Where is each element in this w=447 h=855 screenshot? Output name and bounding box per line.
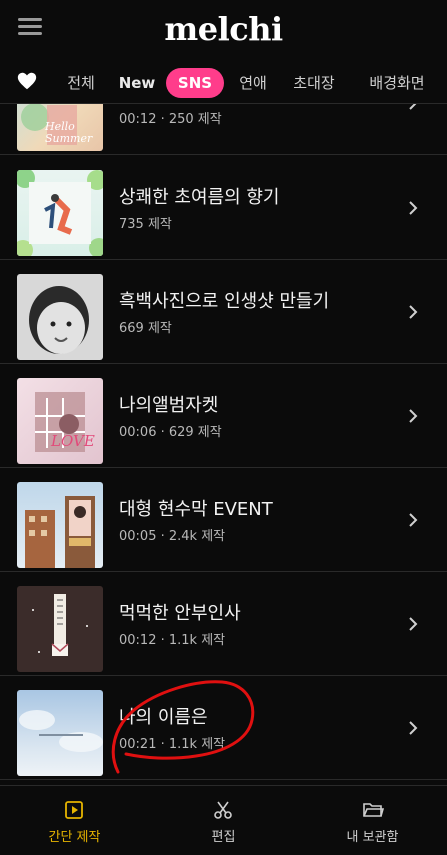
template-meta: 00:12 · 250 제작 [119, 112, 222, 127]
template-meta: 00:06 · 629 제작 [119, 425, 222, 440]
template-thumbnail: Hello Summer [17, 104, 103, 151]
template-thumbnail [17, 482, 103, 568]
template-thumbnail [17, 690, 103, 776]
list-item[interactable]: 대형 현수막 EVENT 00:05 · 2.4k 제작 [0, 467, 447, 572]
nav-label: 내 보관함 [346, 830, 399, 845]
list-item[interactable]: 먹먹한 안부인사 00:12 · 1.1k 제작 [0, 571, 447, 676]
list-item[interactable]: 상쾌한 초여름의 향기 735 제작 [0, 155, 447, 260]
template-list[interactable]: Hello Summer 00:12 · 250 제작 상쾌한 초여름의 향기 … [0, 104, 447, 784]
list-item[interactable]: Hello Summer 00:12 · 250 제작 [0, 104, 447, 155]
tab-sns[interactable]: SNS [166, 68, 224, 98]
tab-new[interactable]: New [114, 68, 160, 98]
category-tabs: 전체 New SNS 연애 초대장 배경화면 [0, 62, 447, 102]
template-meta: 00:05 · 2.4k 제작 [119, 529, 226, 544]
template-thumbnail [17, 170, 103, 256]
nav-label: 편집 [211, 830, 236, 845]
template-title: 나의 이름은 [119, 707, 208, 728]
nav-my-storage[interactable]: 내 보관함 [298, 786, 447, 855]
chevron-right-icon [409, 513, 418, 527]
template-meta: 00:21 · 1.1k 제작 [119, 737, 226, 752]
list-item[interactable]: 나의 이름은 00:21 · 1.1k 제작 [0, 675, 447, 780]
template-meta: 735 제작 [119, 217, 172, 232]
template-meta: 669 제작 [119, 321, 172, 336]
folder-icon [363, 803, 384, 817]
tab-romance[interactable]: 연애 [232, 68, 274, 98]
nav-label: 간단 제작 [48, 830, 101, 845]
tab-wallpaper[interactable]: 배경화면 [360, 68, 434, 98]
thumbnail-text: Hello Summer [45, 120, 93, 145]
template-title: 먹먹한 안부인사 [119, 603, 241, 624]
tab-invitation[interactable]: 초대장 [285, 68, 343, 98]
template-title: 대형 현수막 EVENT [119, 499, 273, 520]
nav-edit[interactable]: 편집 [149, 786, 298, 855]
video-icon [65, 801, 83, 819]
list-item[interactable]: LOVE 나의앨범자켓 00:06 · 629 제작 [0, 363, 447, 468]
chevron-right-icon [409, 617, 418, 631]
nav-quick-create[interactable]: 간단 제작 [0, 786, 149, 855]
scissors-icon [214, 801, 232, 819]
bottom-navigation: 간단 제작 편집 내 보관함 [0, 785, 447, 855]
list-item[interactable]: 흑백사진으로 인생샷 만들기 669 제작 [0, 259, 447, 364]
template-title: 나의앨범자켓 [119, 395, 219, 416]
app-header: melchi [0, 0, 447, 62]
chevron-right-icon [409, 305, 418, 319]
thumbnail-text: LOVE [51, 432, 95, 450]
template-thumbnail [17, 274, 103, 360]
chevron-right-icon [409, 409, 418, 423]
chevron-right-icon [409, 104, 417, 110]
chevron-right-icon [409, 721, 418, 735]
chevron-right-icon [409, 201, 418, 215]
tab-all[interactable]: 전체 [58, 68, 104, 98]
app-logo: melchi [164, 10, 283, 48]
template-thumbnail: LOVE [17, 378, 103, 464]
template-meta: 00:12 · 1.1k 제작 [119, 633, 226, 648]
template-title: 흑백사진으로 인생샷 만들기 [119, 291, 330, 312]
template-title: 상쾌한 초여름의 향기 [119, 187, 280, 208]
template-thumbnail [17, 586, 103, 672]
